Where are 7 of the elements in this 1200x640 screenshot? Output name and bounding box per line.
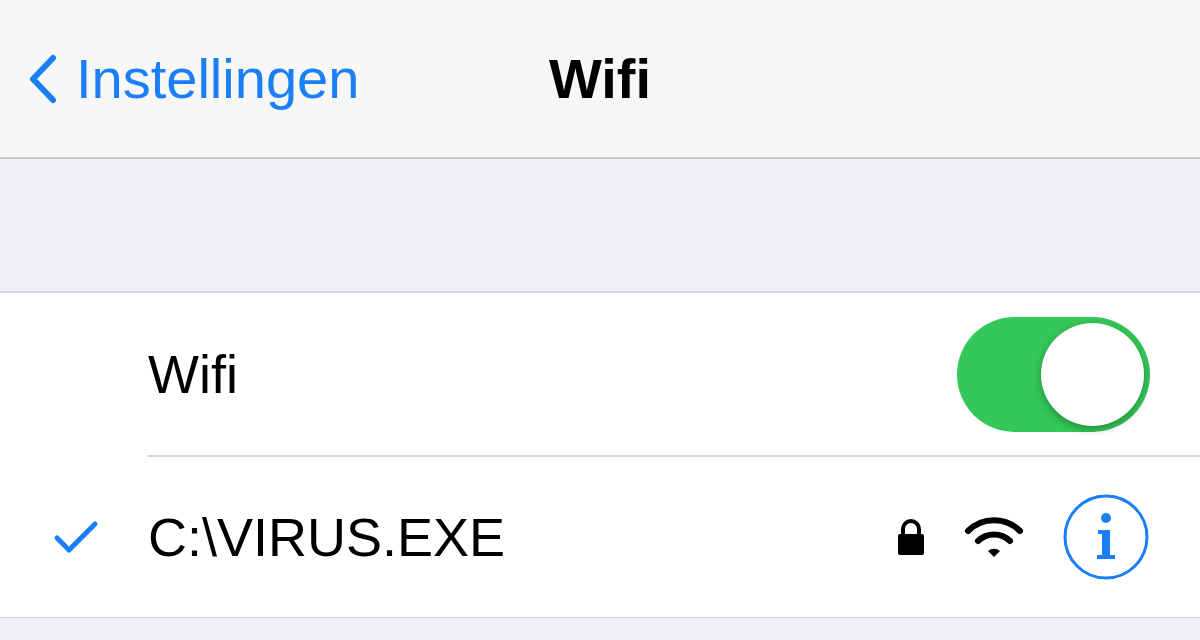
page-title: Wifi [548,46,652,111]
chevron-left-icon [28,53,58,104]
wifi-signal-icon [964,515,1024,559]
wifi-label: Wifi [148,343,239,405]
back-button[interactable]: Instellingen [0,46,360,111]
info-icon[interactable] [1062,493,1150,581]
network-name[interactable]: C:\VIRUS.EXE [148,506,896,568]
